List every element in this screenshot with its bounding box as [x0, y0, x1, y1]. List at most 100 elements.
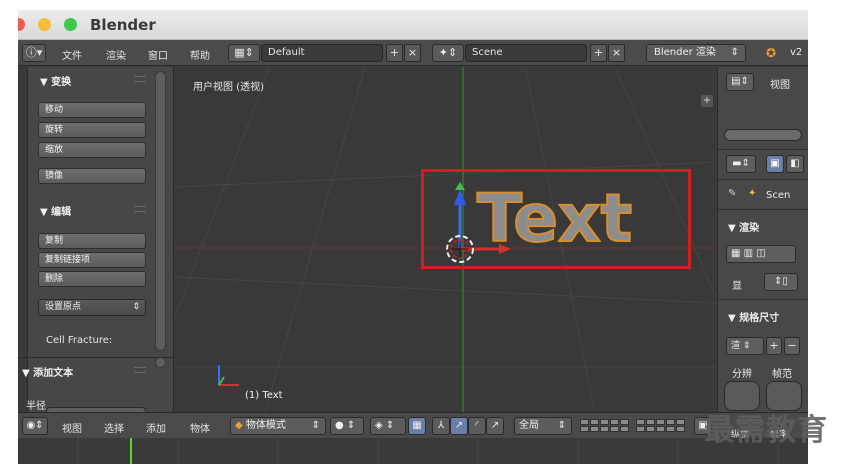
transform-panel-header[interactable]: ▼ 变换: [40, 73, 71, 88]
transform-orientation-label: 全局: [519, 420, 539, 431]
pin-icon[interactable]: ✎: [728, 188, 736, 199]
display-dropdown[interactable]: ⇕▯: [764, 273, 798, 291]
dropdown-arrows-icon: ⇕: [132, 302, 140, 312]
add-text-panel-header[interactable]: ▼ 添加文本: [22, 364, 73, 379]
duplicate-linked-button[interactable]: 复制链接项: [38, 252, 146, 268]
panel-grip-icon[interactable]: [134, 367, 146, 373]
remove-layout-button[interactable]: ×: [404, 44, 421, 62]
render-preset-dropdown[interactable]: 渲 ⇕: [726, 337, 764, 355]
dropdown-arrows-icon: ⇕: [311, 420, 320, 431]
menu-view[interactable]: 视图: [62, 420, 82, 435]
view-label: 视图: [770, 80, 790, 91]
render-layers-icon[interactable]: ◧: [786, 155, 804, 173]
scene-field[interactable]: Scene: [465, 44, 587, 62]
timeline-ticks: [77, 438, 779, 464]
display-label: 显: [732, 281, 742, 292]
scene-small-icon: ✦: [748, 188, 757, 199]
panel-divider: [18, 357, 174, 358]
remove-preset-button[interactable]: −: [784, 337, 800, 355]
manipulator-toggle-icon[interactable]: ▦: [408, 417, 426, 435]
add-layout-button[interactable]: +: [386, 44, 403, 62]
window-title: Blender: [90, 16, 156, 34]
tool-shelf: ▼ 变换 移动 旋转 缩放 镜像 ▼ 编辑 复制 复制链接项 删除 设置原点 ⇕…: [18, 67, 174, 415]
title-bar: Blender: [18, 10, 808, 40]
blender-logo-icon: ✪: [766, 46, 777, 60]
frame-range-label: 帧范: [772, 369, 792, 380]
render-camera-icon[interactable]: ▣: [766, 155, 784, 173]
screen-layout-field[interactable]: Default: [261, 44, 383, 62]
scale-manipulator-icon[interactable]: ↗: [486, 417, 504, 435]
divider: [718, 209, 808, 210]
render-engine-dropdown[interactable]: Blender 渲染 ⇕: [646, 44, 746, 62]
remove-scene-button[interactable]: ×: [608, 44, 625, 62]
version-label: v2: [790, 47, 803, 58]
timeline-strip[interactable]: [18, 438, 808, 464]
cell-fracture-label: Cell Fracture:: [46, 335, 113, 346]
panel-grip-icon[interactable]: [134, 76, 146, 82]
rotate-manipulator-icon[interactable]: ◜: [468, 417, 486, 435]
editor-type-icon[interactable]: ◉⇕: [22, 417, 48, 435]
set-origin-dropdown[interactable]: 设置原点 ⇕: [38, 299, 146, 316]
3d-view-header: ◉⇕ 视图 选择 添加 物体 ◆ 物体模式 ⇕ ● ⇕ ◈ ⇕ ▦ ⅄ ↗ ◜ …: [18, 412, 808, 440]
divider: [718, 299, 808, 300]
mode-label: 物体模式: [245, 420, 286, 431]
scene-icon[interactable]: ✦⇕: [432, 44, 464, 62]
select-tool-icon[interactable]: ↗: [450, 417, 468, 435]
tool-tabs[interactable]: [18, 67, 28, 412]
set-origin-label: 设置原点: [45, 302, 82, 312]
mode-dropdown[interactable]: ◆ 物体模式 ⇕: [230, 417, 326, 435]
screen-layout-icon[interactable]: ▦⇕: [228, 44, 260, 62]
menu-help[interactable]: 帮助: [190, 47, 210, 62]
render-panel-header[interactable]: ▼ 渲染: [728, 219, 759, 234]
dropdown-arrows-icon: ⇕: [557, 420, 566, 431]
current-frame-cursor[interactable]: [130, 438, 132, 464]
info-header: ⓘ▾ 文件 渲染 窗口 帮助 ▦⇕ Default + × ✦⇕ Scene +…: [18, 40, 808, 66]
maximize-button[interactable]: [64, 18, 77, 31]
render-engine-label: Blender 渲染: [654, 47, 716, 58]
minimize-button[interactable]: [38, 18, 51, 31]
render-preset-value: 渲: [731, 341, 741, 351]
layer-buttons-a[interactable]: [580, 419, 629, 433]
viewport-corner-plus-icon[interactable]: +: [701, 95, 713, 107]
dropdown-arrows-icon: ⇕: [730, 47, 739, 58]
mirror-button[interactable]: 镜像: [38, 168, 146, 184]
add-preset-button[interactable]: +: [766, 337, 782, 355]
panel-grip-icon[interactable]: [134, 206, 146, 212]
info-icon[interactable]: ⓘ▾: [22, 44, 46, 62]
menu-render[interactable]: 渲染: [106, 47, 126, 62]
rotate-button[interactable]: 旋转: [38, 122, 146, 138]
editor-type-icon[interactable]: ▤⇕: [726, 73, 754, 91]
duplicate-button[interactable]: 复制: [38, 233, 146, 249]
close-button[interactable]: [18, 18, 25, 31]
menu-window[interactable]: 窗口: [148, 47, 168, 62]
3d-viewport[interactable]: 用户视图 (透视) + Text (1) Text: [175, 67, 716, 412]
pivot-point-dropdown[interactable]: ◈ ⇕: [370, 417, 406, 435]
delete-button[interactable]: 删除: [38, 271, 146, 287]
transform-orientation-dropdown[interactable]: 全局 ⇕: [514, 417, 572, 435]
menu-file[interactable]: 文件: [62, 47, 82, 62]
resolution-label: 分辨: [732, 369, 752, 380]
tool-shelf-scrollbar[interactable]: [155, 71, 166, 351]
add-scene-button[interactable]: +: [590, 44, 607, 62]
menu-object[interactable]: 物体: [190, 420, 210, 435]
translate-manipulator-icon[interactable]: ⅄: [432, 417, 450, 435]
edit-panel-header[interactable]: ▼ 编辑: [40, 203, 71, 218]
active-object-label: (1) Text: [245, 390, 283, 401]
move-button[interactable]: 移动: [38, 102, 146, 118]
viewport-view-label: 用户视图 (透视): [193, 82, 264, 93]
viewport-shading-dropdown[interactable]: ● ⇕: [330, 417, 364, 435]
properties-type-icon[interactable]: ▬⇕: [726, 155, 756, 173]
object-mode-icon: ◆: [235, 420, 243, 431]
menu-select[interactable]: 选择: [104, 420, 124, 435]
dimensions-panel-header[interactable]: ▼ 规格尺寸: [728, 309, 779, 324]
divider: [718, 179, 808, 180]
render-buttons-row[interactable]: ▦ ▥ ◫: [726, 245, 796, 263]
layer-buttons-b[interactable]: [636, 419, 685, 433]
divider: [718, 149, 808, 150]
scale-button[interactable]: 缩放: [38, 142, 146, 158]
props-scrollbar[interactable]: [724, 129, 802, 141]
tool-shelf-scrollbar[interactable]: [155, 357, 166, 368]
radius-label: 半径: [26, 401, 46, 412]
menu-add[interactable]: 添加: [146, 420, 166, 435]
watermark-text: 最需教育: [704, 413, 828, 448]
